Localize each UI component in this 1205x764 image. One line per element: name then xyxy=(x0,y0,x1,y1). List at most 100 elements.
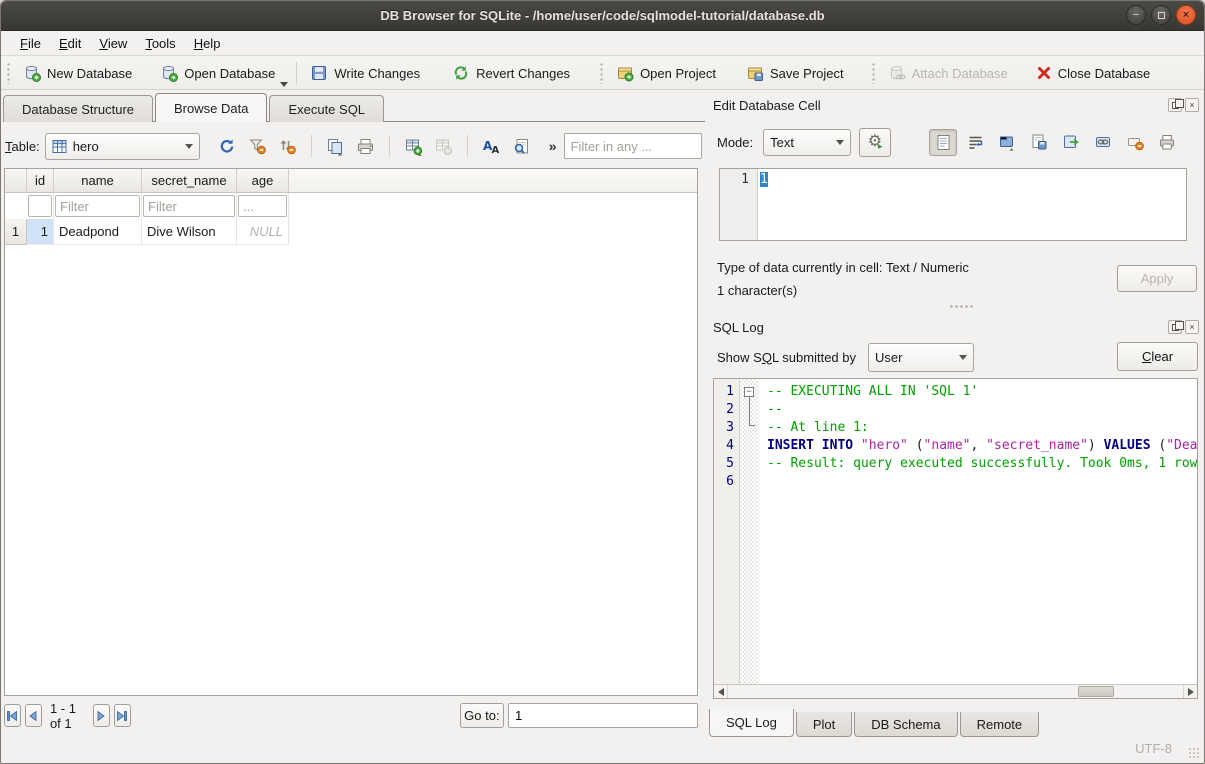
filter-input-id[interactable] xyxy=(28,195,52,217)
print-button[interactable] xyxy=(353,134,378,159)
toolbar-grip[interactable] xyxy=(871,62,876,84)
browse-toolbar: Table: hero xyxy=(5,129,705,163)
mode-selector[interactable]: Text xyxy=(763,129,851,156)
maximize-button[interactable] xyxy=(1151,5,1171,25)
toolbar-grip[interactable] xyxy=(599,62,604,84)
open-database-dropdown-icon[interactable] xyxy=(280,82,288,87)
horizontal-scrollbar[interactable] xyxy=(714,684,1197,698)
column-header-age[interactable]: age xyxy=(237,169,289,193)
word-wrap-button[interactable] xyxy=(961,129,989,156)
filter-input-age[interactable] xyxy=(238,195,287,217)
scrollbar-thumb[interactable] xyxy=(1078,686,1114,697)
tab-browse-data[interactable]: Browse Data xyxy=(155,93,267,122)
clear-log-button[interactable]: Clear xyxy=(1117,342,1198,371)
sql-source-selector[interactable]: User xyxy=(868,343,974,372)
open-database-button[interactable]: Open Database xyxy=(153,60,282,86)
menu-file[interactable]: File xyxy=(11,33,50,54)
goto-input[interactable] xyxy=(508,703,698,728)
dock-tab-label: Plot xyxy=(813,717,835,732)
save-project-button[interactable]: Save Project xyxy=(739,60,851,86)
copy-link-button[interactable] xyxy=(1089,129,1117,156)
toolbar-overflow-button[interactable]: » xyxy=(547,138,559,154)
filter-input-secret-name[interactable] xyxy=(143,195,235,217)
print-cell-button[interactable] xyxy=(1153,129,1181,156)
float-dock-button[interactable] xyxy=(1168,98,1182,112)
tab-database-structure[interactable]: Database Structure xyxy=(3,95,153,122)
column-header-id[interactable]: id xyxy=(27,169,54,193)
close-button[interactable]: × xyxy=(1176,5,1196,25)
copy-record-button[interactable] xyxy=(323,134,348,159)
grid-filter-row xyxy=(5,193,697,219)
next-page-button[interactable] xyxy=(93,704,110,727)
revert-changes-button[interactable]: Revert Changes xyxy=(445,60,577,86)
toolbar-separator xyxy=(467,135,468,157)
first-page-button[interactable] xyxy=(4,704,21,727)
maximize-icon xyxy=(1158,12,1165,19)
clear-sorting-button[interactable] xyxy=(275,134,300,159)
close-dock-button[interactable]: × xyxy=(1185,320,1199,334)
text-view-button[interactable] xyxy=(929,129,957,156)
column-header-secret-name[interactable]: secret_name xyxy=(142,169,237,193)
goto-button[interactable]: Go to: xyxy=(460,703,504,728)
cell-editor[interactable]: 1 1 xyxy=(719,168,1187,241)
cell-editor-value[interactable]: 1 xyxy=(760,172,768,187)
cell-id[interactable]: 1 xyxy=(27,219,54,245)
previous-page-button[interactable] xyxy=(25,704,42,727)
auto-format-button[interactable]: ⚙ ▸ xyxy=(859,128,891,157)
filter-input-name[interactable] xyxy=(55,195,140,217)
open-database-icon xyxy=(160,64,178,82)
tab-label: Browse Data xyxy=(174,101,248,116)
global-filter-input[interactable] xyxy=(564,133,702,159)
refresh-button[interactable] xyxy=(215,134,240,159)
float-dock-button[interactable] xyxy=(1168,320,1182,334)
titlebar[interactable]: DB Browser for SQLite - /home/user/code/… xyxy=(1,1,1204,31)
sql-log-text: -- EXECUTING ALL IN 'SQL 1' -- -- At lin… xyxy=(759,379,1197,684)
delete-record-button[interactable] xyxy=(431,134,456,159)
sql-log-dock-titlebar: SQL Log × xyxy=(713,317,1199,337)
app-window: DB Browser for SQLite - /home/user/code/… xyxy=(0,0,1205,764)
close-database-button[interactable]: Close Database xyxy=(1029,61,1158,85)
apply-button[interactable]: Apply xyxy=(1117,265,1197,292)
dock-tab-plot[interactable]: Plot xyxy=(796,712,852,737)
new-database-button[interactable]: New Database xyxy=(16,60,139,86)
cell-name[interactable]: Deadpond xyxy=(54,219,142,245)
write-changes-button[interactable]: Write Changes xyxy=(303,60,427,86)
dock-tab-remote[interactable]: Remote xyxy=(960,712,1040,737)
toolbar-grip[interactable] xyxy=(6,62,11,84)
dock-tab-sql-log[interactable]: SQL Log xyxy=(709,709,794,737)
dock-splitter-handle[interactable] xyxy=(949,304,975,309)
table-selector[interactable]: hero xyxy=(45,133,200,160)
attach-database-button[interactable]: Attach Database xyxy=(881,60,1015,86)
scroll-right-arrow[interactable] xyxy=(1183,685,1197,698)
minimize-button[interactable]: − xyxy=(1126,5,1146,25)
cell-secret-name[interactable]: Dive Wilson xyxy=(142,219,237,245)
menu-help[interactable]: Help xyxy=(185,33,230,54)
resize-grip[interactable] xyxy=(1188,747,1200,759)
open-project-button[interactable]: Open Project xyxy=(609,60,723,86)
dock-tab-db-schema[interactable]: DB Schema xyxy=(854,712,957,737)
float-icon xyxy=(1172,324,1179,331)
row-number[interactable]: 1 xyxy=(5,219,27,245)
tab-execute-sql[interactable]: Execute SQL xyxy=(269,95,384,122)
sql-log-editor[interactable]: 12 34 56 − -- EXECUTING ALL IN 'SQL 1' -… xyxy=(713,378,1198,699)
edit-cell-toolbar: Mode: Text ⚙ ▸ xyxy=(717,127,1199,157)
clear-filters-button[interactable] xyxy=(245,134,270,159)
fold-collapse-icon[interactable]: − xyxy=(744,387,754,397)
scroll-left-arrow[interactable] xyxy=(714,685,728,698)
menu-view[interactable]: View xyxy=(90,33,136,54)
menu-tools[interactable]: Tools xyxy=(136,33,184,54)
tab-label: Database Structure xyxy=(22,102,134,117)
column-header-name[interactable]: name xyxy=(54,169,142,193)
close-dock-button[interactable]: × xyxy=(1185,98,1199,112)
export-data-button[interactable] xyxy=(1025,129,1053,156)
set-null-button[interactable] xyxy=(1121,129,1149,156)
open-in-external-button[interactable] xyxy=(1057,129,1085,156)
import-data-button[interactable] xyxy=(993,129,1021,156)
font-settings-button[interactable]: AA xyxy=(479,134,504,159)
table-selector-value: hero xyxy=(73,139,99,154)
cell-age[interactable]: NULL xyxy=(237,219,289,245)
menu-edit[interactable]: Edit xyxy=(50,33,90,54)
find-in-table-button[interactable] xyxy=(509,134,534,159)
insert-record-button[interactable] xyxy=(401,134,426,159)
last-page-button[interactable] xyxy=(114,704,131,727)
